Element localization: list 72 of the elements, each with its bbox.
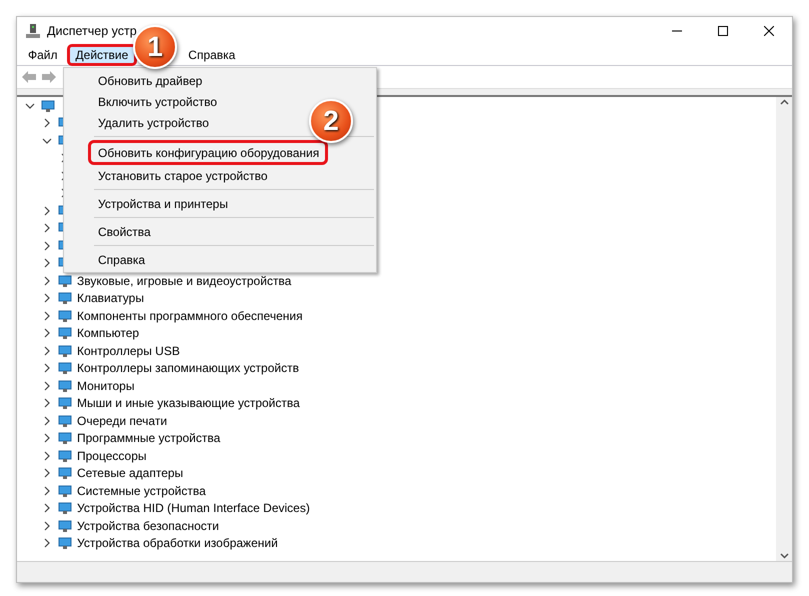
- expanded-chevron-icon[interactable]: [42, 136, 52, 146]
- collapsed-chevron-icon[interactable]: [42, 416, 52, 426]
- tree-item-label[interactable]: Устройства безопасности: [77, 518, 219, 533]
- tree-item-label[interactable]: Очереди печати: [77, 414, 168, 428]
- maximize-icon: [718, 26, 728, 36]
- computer-icon: [25, 23, 41, 39]
- tree-item-label[interactable]: Системные устройства: [77, 484, 206, 498]
- device-icon: [58, 484, 72, 498]
- tree-item-label[interactable]: Мониторы: [77, 378, 134, 393]
- collapsed-chevron-icon[interactable]: [42, 276, 52, 286]
- tree-item-label[interactable]: Компоненты программного обеспечения: [77, 308, 303, 323]
- device-icon: [58, 396, 72, 410]
- device-icon: [58, 448, 72, 463]
- collapsed-chevron-icon[interactable]: [42, 240, 52, 251]
- device-icon: [58, 344, 72, 358]
- close-icon: [764, 26, 774, 36]
- collapsed-chevron-icon[interactable]: [42, 433, 52, 444]
- collapsed-chevron-icon[interactable]: [42, 328, 52, 338]
- device-icon: [41, 98, 55, 113]
- menu-entry[interactable]: Обновить драйвер: [96, 70, 204, 91]
- tree-item-label[interactable]: Мыши и иные указывающие устройства: [77, 396, 300, 410]
- collapsed-chevron-icon[interactable]: [42, 346, 52, 356]
- collapsed-chevron-icon[interactable]: [42, 398, 52, 408]
- device-icon: [58, 501, 72, 516]
- menu-entry[interactable]: Свойства: [96, 221, 153, 242]
- collapsed-chevron-icon[interactable]: [42, 503, 52, 514]
- device-icon: [58, 361, 72, 376]
- collapsed-chevron-icon[interactable]: [42, 380, 52, 391]
- collapsed-chevron-icon[interactable]: [42, 223, 52, 234]
- collapsed-chevron-icon[interactable]: [42, 293, 52, 304]
- window-title: Диспетчер устр: [47, 24, 137, 38]
- device-icon: [58, 291, 72, 306]
- scrollbar[interactable]: [776, 97, 792, 561]
- tree-item-label[interactable]: Программные устройства: [77, 431, 220, 446]
- menu-item[interactable]: Справка: [179, 44, 244, 66]
- device-icon: [58, 536, 72, 550]
- tree-item-label[interactable]: Контроллеры USB: [77, 344, 180, 358]
- collapsed-chevron-icon[interactable]: [42, 310, 52, 321]
- collapsed-chevron-icon[interactable]: [42, 486, 52, 496]
- device-icon: [58, 326, 72, 340]
- device-icon: [58, 431, 72, 446]
- menu-entry[interactable]: Установить старое устройство: [96, 165, 270, 186]
- menu-item[interactable]: Файл: [19, 44, 67, 66]
- tree-item-label[interactable]: Клавиатуры: [77, 291, 144, 306]
- menu-entry[interactable]: Включить устройство: [96, 91, 219, 112]
- collapsed-chevron-icon[interactable]: [42, 468, 52, 478]
- tree-item-label[interactable]: Процессоры: [77, 448, 146, 463]
- device-icon: [58, 378, 72, 393]
- collapsed-chevron-icon[interactable]: [42, 363, 52, 374]
- tree-item-label[interactable]: Сетевые адаптеры: [77, 466, 184, 480]
- menu-entry[interactable]: Справка: [96, 249, 148, 270]
- tree-item-label[interactable]: Устройства обработки изображений: [77, 536, 278, 550]
- expanded-chevron-icon[interactable]: [25, 100, 35, 111]
- collapsed-chevron-icon[interactable]: [42, 450, 52, 461]
- menu-entry[interactable]: Обновить конфигурацию оборудования: [88, 140, 328, 165]
- tree-item-label[interactable]: Звуковые, игровые и видеоустройства: [77, 274, 292, 288]
- collapsed-chevron-icon[interactable]: [42, 520, 52, 531]
- collapsed-chevron-icon[interactable]: [42, 538, 52, 548]
- device-icon: [58, 414, 72, 428]
- menu-entry[interactable]: Удалить устройство: [96, 112, 211, 133]
- collapsed-chevron-icon[interactable]: [42, 206, 52, 216]
- collapsed-chevron-icon[interactable]: [42, 258, 52, 268]
- device-icon: [58, 518, 72, 533]
- device-icon: [58, 466, 72, 480]
- tree-item-label[interactable]: Контроллеры запоминающих устройств: [77, 361, 299, 376]
- tree-item-label[interactable]: Устройства HID (Human Interface Devices): [77, 501, 310, 516]
- menu-entry[interactable]: Устройства и принтеры: [96, 193, 230, 214]
- collapsed-chevron-icon[interactable]: [42, 118, 52, 128]
- device-icon: [58, 274, 72, 288]
- device-icon: [58, 308, 72, 323]
- tree-item-label[interactable]: Компьютер: [77, 326, 140, 340]
- menu-item[interactable]: Действие: [66, 44, 138, 66]
